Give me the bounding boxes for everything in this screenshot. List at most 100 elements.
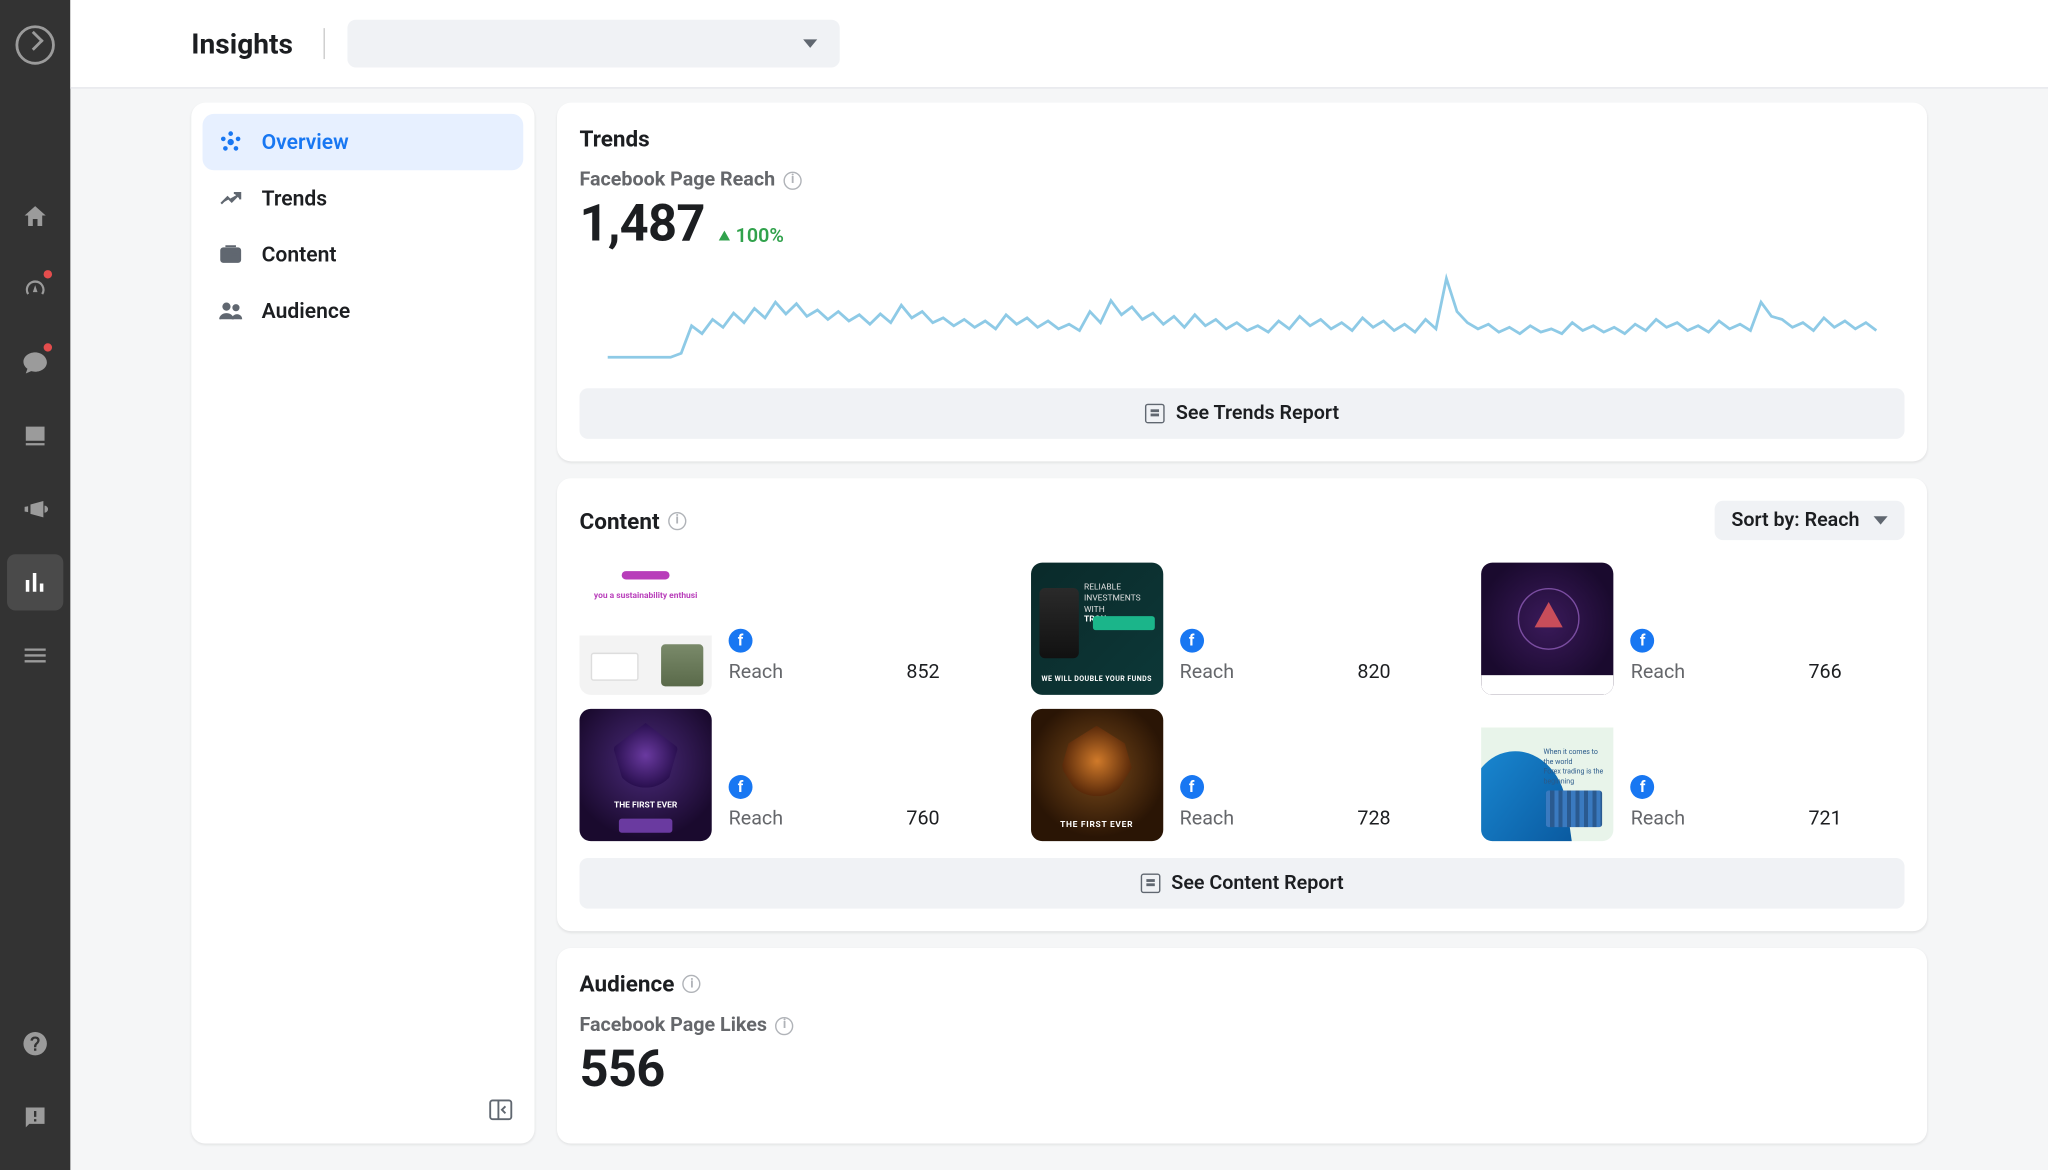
nav-insights[interactable] <box>7 554 63 610</box>
content-item[interactable]: you a sustainability enthusi f Reach 852 <box>580 563 1003 695</box>
notification-dot-icon <box>44 270 52 278</box>
hamburger-icon <box>21 641 49 669</box>
inbox-icon <box>21 422 49 450</box>
sidebar-item-content[interactable]: Content <box>203 226 524 282</box>
nav-home[interactable] <box>7 188 63 244</box>
info-icon[interactable]: i <box>683 975 701 993</box>
nav-ads[interactable] <box>7 481 63 537</box>
content-column: Trends Facebook Page Reach i 1,487 100% <box>557 103 1927 1170</box>
info-icon[interactable]: i <box>668 511 686 529</box>
post-thumbnail <box>1482 563 1614 695</box>
nav-activity[interactable] <box>7 262 63 318</box>
report-icon <box>1140 873 1160 893</box>
report-icon <box>21 1103 49 1131</box>
audience-title: Audience i <box>580 971 1905 998</box>
reach-label: Reach <box>729 661 783 684</box>
sort-by-select[interactable]: Sort by: Reach <box>1714 501 1904 540</box>
sidebar-item-overview[interactable]: Overview <box>203 114 524 170</box>
home-icon <box>21 203 49 231</box>
page-title: Insights <box>191 27 293 61</box>
audience-icon <box>217 298 245 323</box>
reach-value: 820 <box>1357 661 1390 684</box>
content-item[interactable]: RELIABLE INVESTMENTS WITHTRONWE WILL DOU… <box>1031 563 1454 695</box>
nav-help[interactable] <box>7 1016 63 1072</box>
reach-label: Reach <box>1631 807 1685 830</box>
help-icon <box>21 1030 49 1058</box>
sidebar-item-audience[interactable]: Audience <box>203 283 524 339</box>
button-label: See Trends Report <box>1176 402 1339 425</box>
content-item[interactable]: THE FIRST EVER f Reach 760 <box>580 709 1003 841</box>
metric-label-text: Facebook Page Likes <box>580 1014 767 1037</box>
notification-dot-icon <box>44 343 52 351</box>
sidebar-item-label: Audience <box>262 298 351 323</box>
see-content-report-button[interactable]: See Content Report <box>580 858 1905 909</box>
facebook-icon: f <box>1180 629 1204 653</box>
account-select[interactable] <box>348 20 840 68</box>
arrow-up-icon <box>719 231 730 241</box>
reach-value: 760 <box>906 807 939 830</box>
info-icon[interactable]: i <box>784 171 802 189</box>
post-thumbnail: THE FIRST EVER <box>580 709 712 841</box>
reach-label: Reach <box>1631 661 1685 684</box>
chevron-down-icon <box>804 39 818 47</box>
facebook-icon: f <box>1180 775 1204 799</box>
trends-metric-label: Facebook Page Reach i <box>580 169 1905 192</box>
speedometer-icon <box>21 276 49 304</box>
reach-value: 721 <box>1808 807 1841 830</box>
facebook-icon: f <box>729 629 753 653</box>
reach-value: 852 <box>906 661 939 684</box>
nav-menu[interactable] <box>7 627 63 683</box>
audience-metric-label: Facebook Page Likes i <box>580 1014 1905 1037</box>
sidebar-item-trends[interactable]: Trends <box>203 170 524 226</box>
sort-value: Reach <box>1805 509 1860 532</box>
nav-rail <box>0 0 70 1170</box>
sidebar-collapse-button[interactable] <box>487 1096 515 1130</box>
sidebar-item-label: Content <box>262 242 337 267</box>
content-title: Content i <box>580 507 687 534</box>
nav-report-problem[interactable] <box>7 1089 63 1145</box>
content-icon <box>217 242 245 267</box>
post-thumbnail: you a sustainability enthusi <box>580 563 712 695</box>
content-card: Content i Sort by: Reach you a sustainab… <box>557 478 1927 931</box>
main-area: Overview Trends Content Audience <box>70 89 2048 1170</box>
content-grid: you a sustainability enthusi f Reach 852 <box>580 563 1905 842</box>
nav-inbox[interactable] <box>7 408 63 464</box>
insights-sidebar: Overview Trends Content Audience <box>191 103 534 1144</box>
chat-icon <box>21 349 49 377</box>
reach-label: Reach <box>729 807 783 830</box>
top-header: Insights <box>70 0 2048 89</box>
trends-title: Trends <box>580 125 1905 152</box>
app-logo <box>15 25 54 64</box>
see-trends-report-button[interactable]: See Trends Report <box>580 388 1905 439</box>
audience-metric-value: 556 <box>580 1039 665 1098</box>
reach-value: 766 <box>1808 661 1841 684</box>
facebook-icon: f <box>729 775 753 799</box>
megaphone-icon <box>21 495 49 523</box>
bar-chart-icon <box>21 568 49 596</box>
metric-label-text: Facebook Page Reach <box>580 169 776 192</box>
divider <box>324 28 325 59</box>
collapse-panel-icon <box>487 1096 515 1124</box>
facebook-icon: f <box>1631 775 1655 799</box>
chevron-down-icon <box>1874 516 1888 524</box>
sidebar-item-label: Trends <box>262 186 328 211</box>
nav-messages[interactable] <box>7 335 63 391</box>
post-thumbnail: RELIABLE INVESTMENTS WITHTRONWE WILL DOU… <box>1031 563 1163 695</box>
trends-delta: 100% <box>719 224 784 247</box>
content-item[interactable]: THE FIRST EVER f Reach 728 <box>1031 709 1454 841</box>
report-icon <box>1145 404 1165 424</box>
overview-icon <box>217 129 245 154</box>
sidebar-item-label: Overview <box>262 129 349 154</box>
trends-metric-value: 1,487 <box>580 194 705 253</box>
info-icon[interactable]: i <box>775 1016 793 1034</box>
trends-card: Trends Facebook Page Reach i 1,487 100% <box>557 103 1927 462</box>
content-item[interactable]: When it comes to the worldForex trading … <box>1482 709 1905 841</box>
content-item[interactable]: f Reach 766 <box>1482 563 1905 695</box>
reach-value: 728 <box>1357 807 1390 830</box>
audience-card: Audience i Facebook Page Likes i 556 <box>557 948 1927 1144</box>
post-thumbnail: When it comes to the worldForex trading … <box>1482 709 1614 841</box>
delta-text: 100% <box>736 224 784 247</box>
trends-icon <box>217 186 245 211</box>
reach-label: Reach <box>1180 661 1234 684</box>
trends-sparkline <box>580 264 1905 371</box>
